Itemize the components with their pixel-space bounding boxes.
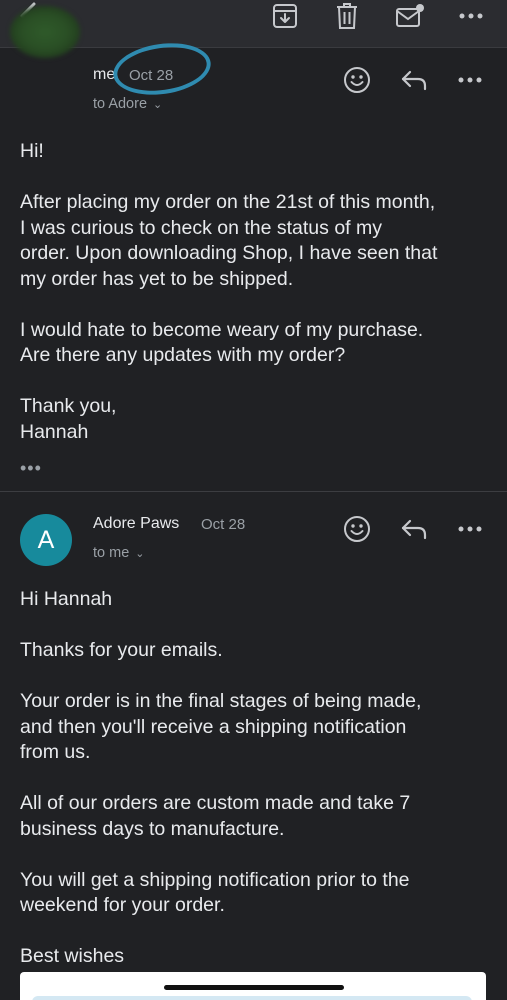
home-indicator[interactable] xyxy=(164,985,344,990)
archive-button[interactable] xyxy=(268,0,302,32)
message-body: Hi Hannah Thanks for your emails. Your o… xyxy=(20,587,490,970)
recipient-label: to me xyxy=(93,545,130,561)
body-line: order. Upon downloading Shop, I have see… xyxy=(20,242,438,264)
body-line: After placing my order on the 21st of th… xyxy=(20,191,436,213)
body-line: Are there any updates with my order? xyxy=(20,344,346,366)
body-line: weekend for your order. xyxy=(20,894,225,916)
body-line: from us. xyxy=(20,741,91,763)
recipient-toggle[interactable]: to me ⌄ xyxy=(93,545,144,561)
react-button[interactable] xyxy=(339,62,375,98)
body-line: I was curious to check on the status of … xyxy=(20,216,382,239)
mark-unread-button[interactable] xyxy=(392,0,428,32)
message-more-button[interactable] xyxy=(452,511,488,547)
body-line: You will get a shipping notification pri… xyxy=(20,868,410,891)
chevron-down-icon: ⌄ xyxy=(153,98,163,111)
body-line: Thanks for your emails. xyxy=(20,639,223,661)
recipient-toggle[interactable]: to Adore ⌄ xyxy=(93,96,162,112)
message-date: Oct 28 xyxy=(201,516,246,533)
show-quoted-text-button[interactable]: ••• xyxy=(20,458,42,479)
message-divider xyxy=(0,491,507,492)
sender-name: Adore Paws xyxy=(93,515,180,532)
reply-icon xyxy=(401,519,427,540)
trash-icon xyxy=(337,3,357,29)
more-horizontal-icon xyxy=(458,526,482,532)
reply-icon xyxy=(401,70,427,91)
reply-button[interactable] xyxy=(396,511,432,547)
recipient-label: to Adore xyxy=(93,96,148,112)
body-line: Hi! xyxy=(20,140,44,162)
reply-button[interactable] xyxy=(396,62,432,98)
body-line: Hi Hannah xyxy=(20,588,113,610)
sender-name: me xyxy=(93,66,116,83)
react-button[interactable] xyxy=(339,511,375,547)
body-line: my order has yet to be shipped. xyxy=(20,267,294,290)
body-line: Thank you, xyxy=(20,395,117,417)
body-line: business days to manufacture. xyxy=(20,817,285,840)
message-more-button[interactable] xyxy=(452,62,488,98)
body-line: Hannah xyxy=(20,420,89,443)
embedded-content-banner xyxy=(32,996,472,1000)
more-options-button[interactable] xyxy=(454,0,488,32)
body-line: and then you'll receive a shipping notif… xyxy=(20,715,407,738)
chevron-down-icon: ⌄ xyxy=(135,547,145,560)
more-horizontal-icon xyxy=(458,77,482,83)
body-line: Your order is in the final stages of bei… xyxy=(20,690,422,712)
delete-button[interactable] xyxy=(330,0,364,32)
more-horizontal-icon xyxy=(459,13,483,19)
avatar: A xyxy=(20,514,72,566)
sender-avatar-redacted xyxy=(10,6,80,58)
smiley-icon xyxy=(344,67,370,93)
body-line: All of our orders are custom made and ta… xyxy=(20,792,411,814)
body-line: Best wishes xyxy=(20,945,125,967)
mark-unread-icon xyxy=(396,4,424,27)
smiley-icon xyxy=(344,516,370,542)
body-line: I would hate to become weary of my purch… xyxy=(20,318,424,341)
message-body: Hi! After placing my order on the 21st o… xyxy=(20,139,490,445)
archive-icon xyxy=(273,4,297,28)
